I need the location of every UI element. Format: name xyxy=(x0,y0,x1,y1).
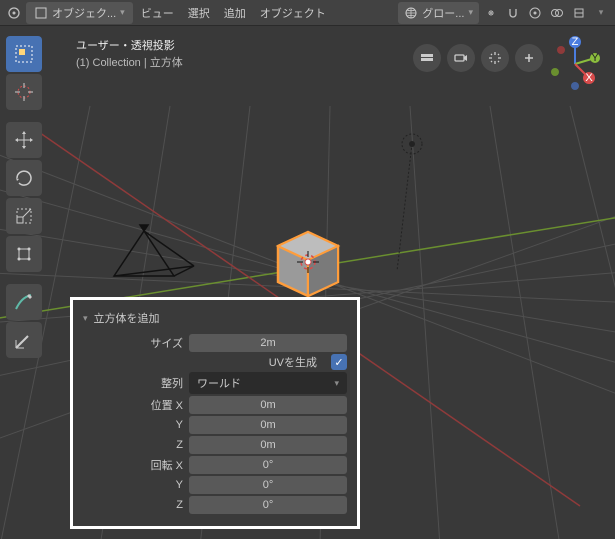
svg-text:Z: Z xyxy=(572,36,579,48)
menu-object[interactable]: オブジェクト xyxy=(254,2,332,24)
svg-text:Y: Y xyxy=(591,52,599,64)
chevron-down-icon[interactable]: ▾ xyxy=(591,3,611,23)
rotation-y-field[interactable]: 0° xyxy=(189,476,347,494)
location-z-label: Z xyxy=(83,439,183,451)
rotation-z-label: Z xyxy=(83,499,183,511)
tool-move[interactable] xyxy=(6,122,42,158)
chevron-down-icon: ▾ xyxy=(120,7,125,18)
location-x-field[interactable]: 0m xyxy=(189,396,347,414)
editor-type-icon[interactable] xyxy=(4,3,24,23)
collection-label: (1) Collection | 立方体 xyxy=(76,55,183,72)
xray-icon[interactable] xyxy=(569,3,589,23)
mode-dropdown[interactable]: オブジェク... ▾ xyxy=(26,2,133,24)
tool-transform[interactable] xyxy=(6,236,42,272)
mode-label: オブジェク... xyxy=(52,5,116,21)
zoom-icon[interactable] xyxy=(515,44,543,72)
snap-icon[interactable] xyxy=(503,3,523,23)
menu-add[interactable]: 追加 xyxy=(218,2,252,24)
tool-rotate[interactable] xyxy=(6,160,42,196)
size-label: サイズ xyxy=(83,335,183,351)
rotation-x-field[interactable]: 0° xyxy=(189,456,347,474)
header-bar: オブジェク... ▾ ビュー 選択 追加 オブジェクト グロー... ▾ ▾ xyxy=(0,0,615,26)
panel-header[interactable]: ▾ 立方体を追加 xyxy=(83,308,347,332)
align-dropdown[interactable]: ワールド▾ xyxy=(189,372,347,394)
align-label: 整列 xyxy=(83,375,183,391)
menu-select[interactable]: 選択 xyxy=(182,2,216,24)
overlay-icon[interactable] xyxy=(547,3,567,23)
rotation-y-label: Y xyxy=(83,479,183,491)
tool-scale[interactable] xyxy=(6,198,42,234)
tool-cursor[interactable] xyxy=(6,74,42,110)
left-toolbar xyxy=(6,36,42,358)
cube-object[interactable] xyxy=(272,224,342,294)
uv-checkbox[interactable]: ✓ xyxy=(331,354,347,370)
svg-text:X: X xyxy=(585,72,593,84)
collapse-icon: ▾ xyxy=(83,313,88,324)
menu-view[interactable]: ビュー xyxy=(135,2,180,24)
proportional-icon[interactable] xyxy=(525,3,545,23)
location-y-field[interactable]: 0m xyxy=(189,416,347,434)
axis-gizmo[interactable]: Z Y X xyxy=(547,36,603,92)
pivot-icon[interactable] xyxy=(481,3,501,23)
rotation-z-field[interactable]: 0° xyxy=(189,496,347,514)
rotation-x-label: 回転 X xyxy=(83,457,183,473)
switch-camera-icon[interactable] xyxy=(447,44,475,72)
operator-panel: ▾立方体を追加 サイズ 2m UVを生成 ✓ 整列 ワールド▾ 位置 X 0m … xyxy=(70,297,360,529)
orientation-label: グロー... xyxy=(422,5,464,21)
tool-select-box[interactable] xyxy=(6,36,42,72)
location-y-label: Y xyxy=(83,419,183,431)
tool-annotate[interactable] xyxy=(6,284,42,320)
location-z-field[interactable]: 0m xyxy=(189,436,347,454)
pan-icon[interactable] xyxy=(481,44,509,72)
chevron-down-icon: ▾ xyxy=(334,378,339,389)
uv-label: UVを生成 xyxy=(189,354,325,370)
location-x-label: 位置 X xyxy=(83,397,183,413)
tool-measure[interactable] xyxy=(6,322,42,358)
viewport-controls xyxy=(413,44,543,72)
camera-view-icon[interactable] xyxy=(413,44,441,72)
viewport-info: ユーザー・透視投影 (1) Collection | 立方体 xyxy=(76,38,183,71)
panel-title: 立方体を追加 xyxy=(94,310,160,326)
chevron-down-icon: ▾ xyxy=(468,7,473,18)
orientation-dropdown[interactable]: グロー... ▾ xyxy=(398,2,479,24)
perspective-label: ユーザー・透視投影 xyxy=(76,38,183,55)
camera-object[interactable] xyxy=(104,221,204,291)
size-field[interactable]: 2m xyxy=(189,334,347,352)
light-object[interactable] xyxy=(392,124,432,164)
